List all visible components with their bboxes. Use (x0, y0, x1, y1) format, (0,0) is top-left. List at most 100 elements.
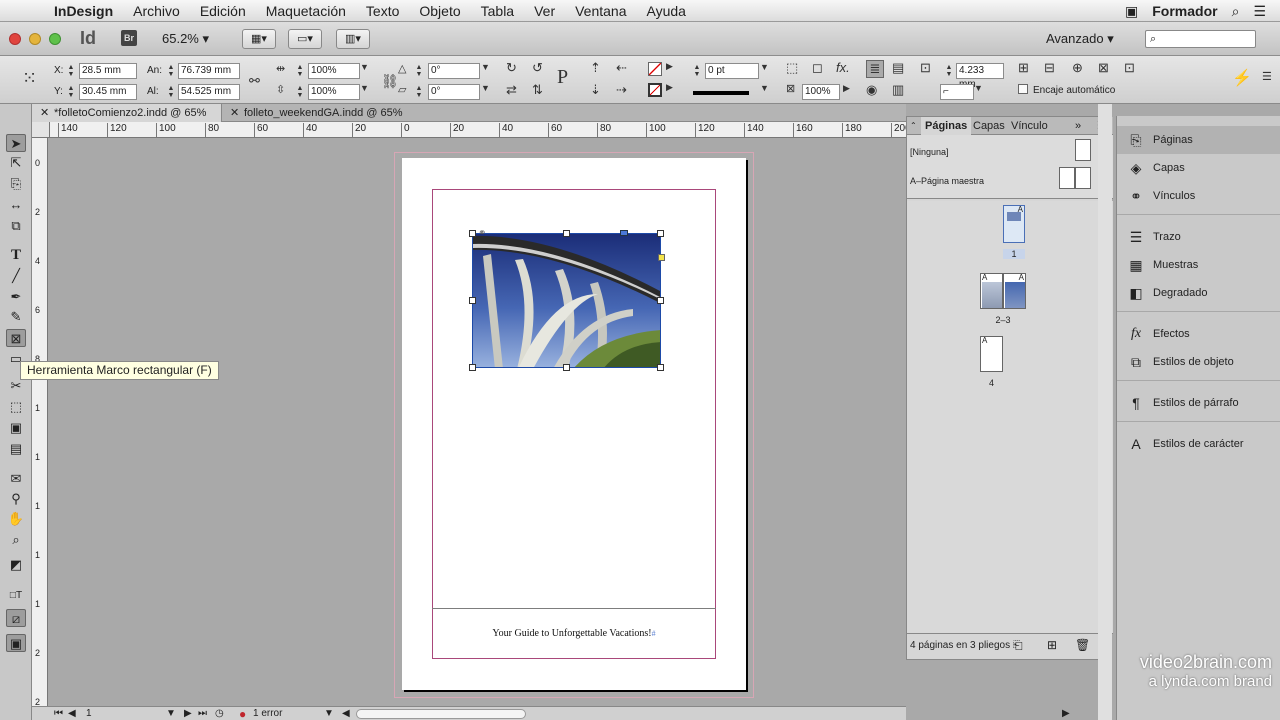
resize-handle-b[interactable] (563, 364, 570, 371)
page-3-thumb[interactable]: A (1003, 273, 1026, 309)
effects-fx-icon[interactable]: fx. (836, 60, 850, 75)
chevron-down-icon[interactable]: ▼ (974, 83, 983, 93)
note-tool-icon[interactable]: ✉ (6, 470, 26, 488)
height-stepper[interactable]: ▲ ▼ (166, 85, 176, 99)
select-previous-icon[interactable]: ⇠ (616, 60, 627, 76)
line-tool-icon[interactable]: ╱ (6, 267, 26, 285)
last-page-button[interactable]: ⏭ (198, 707, 207, 720)
dock-degradado[interactable]: ◧ Degradado (1117, 279, 1280, 307)
type-tool-icon[interactable]: T (6, 246, 26, 264)
text-wrap-none-icon[interactable]: ≣ (866, 60, 884, 78)
delete-page-icon[interactable]: 🗑 (1075, 638, 1090, 652)
menu-texto[interactable]: Texto (366, 3, 399, 19)
arrange-documents-button[interactable]: ▥▾ (336, 29, 370, 49)
quick-apply-icon[interactable]: ⚡ (1232, 68, 1252, 88)
opacity-field[interactable]: 100% (802, 84, 840, 100)
pen-tool-icon[interactable]: ✒ (6, 288, 26, 306)
panel-menu-icon[interactable]: ☰ (1262, 70, 1272, 83)
dock-efectos[interactable]: fx Efectos (1117, 320, 1280, 348)
stroke-menu-arrow[interactable]: ▶ (666, 82, 673, 93)
horizontal-scroll-thumb[interactable] (356, 709, 526, 719)
spotlight-search-icon[interactable]: ⌕ (1232, 3, 1240, 20)
drop-shadow-icon[interactable]: ◻ (812, 60, 823, 76)
chevron-down-icon[interactable]: ▼ (481, 62, 490, 72)
text-wrap-shape-icon[interactable]: ◉ (866, 82, 877, 98)
resize-handle-tl[interactable] (469, 230, 476, 237)
center-content-icon[interactable]: ⊕ (1072, 60, 1083, 76)
rotate-field[interactable]: 0° (428, 63, 480, 79)
zoom-window-button[interactable] (49, 33, 61, 45)
dock-capas[interactable]: ◈ Capas (1117, 154, 1280, 182)
fit-content-to-frame-icon[interactable]: ⊞ (1018, 60, 1029, 76)
select-next-icon[interactable]: ⇢ (616, 82, 627, 98)
width-field[interactable]: 76.739 mm (178, 63, 240, 79)
menu-edicion[interactable]: Edición (200, 3, 246, 19)
a-master[interactable]: A–Página maestra (910, 176, 984, 186)
bridge-image-frame[interactable] (472, 233, 661, 368)
stroke-type-preview[interactable] (693, 91, 749, 95)
reference-point-icon[interactable]: ⁙ (22, 68, 37, 89)
corner-shape-select[interactable]: ⌐ (940, 84, 974, 100)
menu-ver[interactable]: Ver (534, 3, 555, 19)
first-page-button[interactable]: ⏮ (54, 707, 63, 720)
zoom-level-select[interactable]: 65.2% ▾ (162, 31, 209, 47)
rectangle-frame-tool-icon[interactable]: ⊠ (6, 329, 26, 347)
a-master-right-thumb[interactable] (1075, 167, 1091, 189)
x-position-field[interactable]: 28.5 mm (79, 63, 137, 79)
direct-selection-tool-icon[interactable]: ⇱ (6, 154, 26, 172)
apply-none-icon[interactable]: ⧄ (6, 609, 26, 627)
text-wrap-bbox-icon[interactable]: ▤ (892, 60, 904, 76)
page-tool-icon[interactable]: ⎘ (6, 175, 26, 193)
resize-handle-r[interactable] (657, 297, 664, 304)
link-badge-icon[interactable]: ⚭ (478, 228, 486, 239)
pencil-tool-icon[interactable]: ✎ (6, 308, 26, 326)
dock-muestras[interactable]: ▦ Muestras (1117, 251, 1280, 279)
dock-trazo[interactable]: ☰ Trazo (1117, 223, 1280, 251)
tab-paginas[interactable]: Páginas (921, 117, 972, 135)
help-search-input[interactable]: ⌕ (1145, 30, 1256, 48)
fill-stroke-swatch-icon[interactable]: ◩ (6, 556, 26, 574)
gradient-swatch-tool-icon[interactable]: ▣ (6, 419, 26, 437)
page-number-field[interactable]: 1 (86, 707, 92, 720)
chevron-down-icon[interactable]: ▼ (481, 83, 490, 93)
ruler-origin[interactable] (32, 122, 50, 138)
menu-ayuda[interactable]: Ayuda (647, 3, 686, 19)
offset-stepper[interactable]: ▲ ▼ (944, 64, 954, 78)
minimize-window-button[interactable] (29, 33, 41, 45)
shear-field[interactable]: 0° (428, 84, 480, 100)
pasteboard[interactable]: Your Guide to Unforgettable Vacations!# (50, 138, 906, 706)
bridge-button[interactable]: Br (121, 30, 137, 46)
resize-handle-t[interactable] (563, 230, 570, 237)
horizontal-ruler[interactable]: 140 120 100 80 60 40 20 0 20 40 60 80 100 120 140 160 18… (50, 122, 906, 138)
facetime-icon[interactable]: ▣ (1125, 3, 1138, 20)
vertical-ruler[interactable]: 0246811111222 (32, 138, 48, 706)
list-menu-icon[interactable]: ☰ (1253, 3, 1266, 20)
dock-estilos-parrafo[interactable]: ¶ Estilos de párrafo (1117, 389, 1280, 417)
dock-estilos-caracter[interactable]: A Estilos de carácter (1117, 430, 1280, 458)
resize-handle-l[interactable] (469, 297, 476, 304)
x-stepper[interactable]: ▲ ▼ (66, 64, 76, 78)
gradient-feather-tool-icon[interactable]: ▤ (6, 440, 26, 458)
y-stepper[interactable]: ▲ ▼ (66, 85, 76, 99)
preflight-icon[interactable]: ◷ (215, 707, 224, 720)
screen-mode-button[interactable]: ▭▾ (288, 29, 322, 49)
stroke-weight-stepper[interactable]: ▲ ▼ (692, 64, 702, 78)
scale-y-stepper[interactable]: ▲ ▼ (295, 85, 305, 99)
resize-handle-tr[interactable] (657, 230, 664, 237)
scale-y-field[interactable]: 100% (308, 84, 360, 100)
none-master[interactable]: [Ninguna] (910, 147, 949, 157)
fill-menu-arrow[interactable]: ▶ (666, 61, 673, 72)
constrain-scale-icon[interactable]: ⛓ (381, 73, 399, 90)
resize-handle-br[interactable] (657, 364, 664, 371)
close-window-button[interactable] (9, 33, 21, 45)
workspace-switcher[interactable]: Avanzado ▾ (1046, 31, 1114, 47)
formatting-affects-icon[interactable]: □T (6, 587, 26, 605)
dock-vinculos[interactable]: ⚭ Vínculos (1117, 182, 1280, 210)
fill-swatch[interactable] (648, 62, 662, 76)
width-stepper[interactable]: ▲ ▼ (166, 64, 176, 78)
page-2-thumb[interactable]: A (980, 273, 1003, 309)
dock-estilos-objeto[interactable]: ⧉ Estilos de objeto (1117, 348, 1280, 376)
stroke-swatch[interactable] (648, 83, 662, 97)
rotate-cw-icon[interactable]: ↻ (506, 60, 517, 76)
new-page-icon[interactable]: ⊞ (1047, 638, 1057, 652)
